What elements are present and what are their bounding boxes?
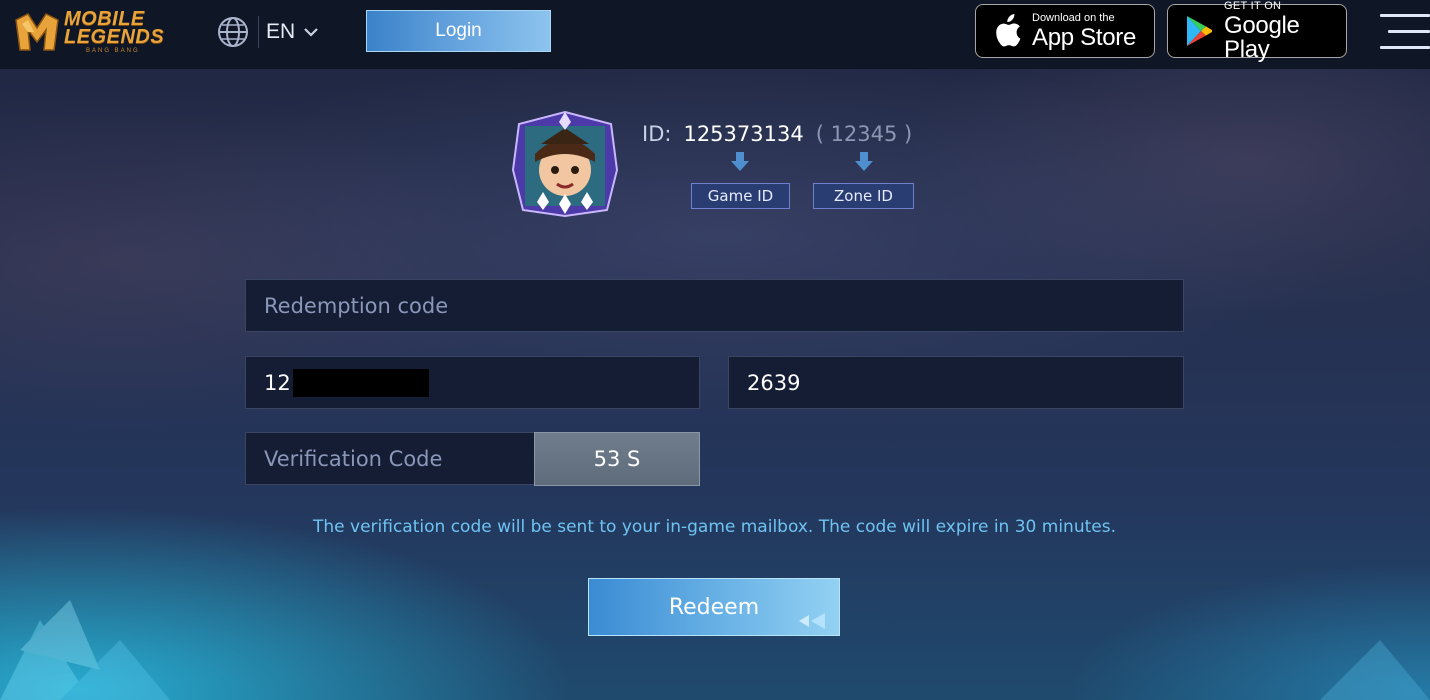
id-label: ID: [642,122,672,146]
mobile-legends-logo[interactable]: MOBILE LEGENDS BANG BANG [14,8,176,56]
verification-code-input[interactable]: Verification Code [245,432,535,485]
google-play-icon [1187,16,1212,46]
crystal-decoration [0,600,170,700]
zone-id-tag: Zone ID [813,183,914,209]
crystal-decoration-right [1320,640,1430,700]
zone-id-input[interactable]: 2639 [728,356,1184,409]
send-code-countdown-button[interactable]: 53 S [534,432,700,486]
language-label: EN [266,20,296,43]
verification-helper-text: The verification code will be sent to yo… [313,517,1116,537]
menu-line [1380,14,1430,17]
game-id-input[interactable]: 12 [245,356,700,409]
redacted-block [292,368,429,397]
top-navigation-bar: MOBILE LEGENDS BANG BANG EN Login Downlo… [0,0,1430,69]
chevron-down-icon [304,28,318,37]
redeem-button[interactable]: Redeem [588,578,840,636]
app-store-badge[interactable]: Download on the App Store [975,4,1155,58]
google-play-big-label: Google Play [1224,11,1300,63]
ml-logo-mark [15,13,59,51]
logo-wordmark: MOBILE LEGENDS [64,8,165,48]
redemption-code-input[interactable]: Redemption code [245,279,1184,332]
arrow-down-icon [731,152,749,171]
language-divider [258,16,259,48]
menu-line [1388,30,1430,33]
hamburger-menu-icon[interactable] [1378,12,1430,52]
menu-line [1380,46,1430,49]
redeem-label: Redeem [668,594,760,620]
player-id-row: ID: 125373134 ( 12345 ) [642,119,912,149]
app-store-big-label: App Store [1032,23,1137,51]
google-play-small-label: GET IT ON [1224,0,1282,12]
player-avatar [511,110,619,218]
game-id-input-value: 12 [264,370,291,395]
language-selector[interactable]: EN [266,16,328,48]
button-decoration-icon [799,613,825,629]
logo-subtitle: BANG BANG [86,48,140,54]
globe-icon[interactable] [216,15,250,49]
login-button[interactable]: Login [366,10,551,52]
arrow-down-icon [855,152,873,171]
zone-id-value: ( 12345 ) [815,122,913,146]
app-store-small-label: Download on the [1032,11,1115,24]
game-id-tag: Game ID [691,183,790,209]
google-play-badge[interactable]: GET IT ON Google Play [1167,0,1347,61]
apple-icon [996,14,1021,47]
game-id-value: 125373134 [683,122,804,146]
